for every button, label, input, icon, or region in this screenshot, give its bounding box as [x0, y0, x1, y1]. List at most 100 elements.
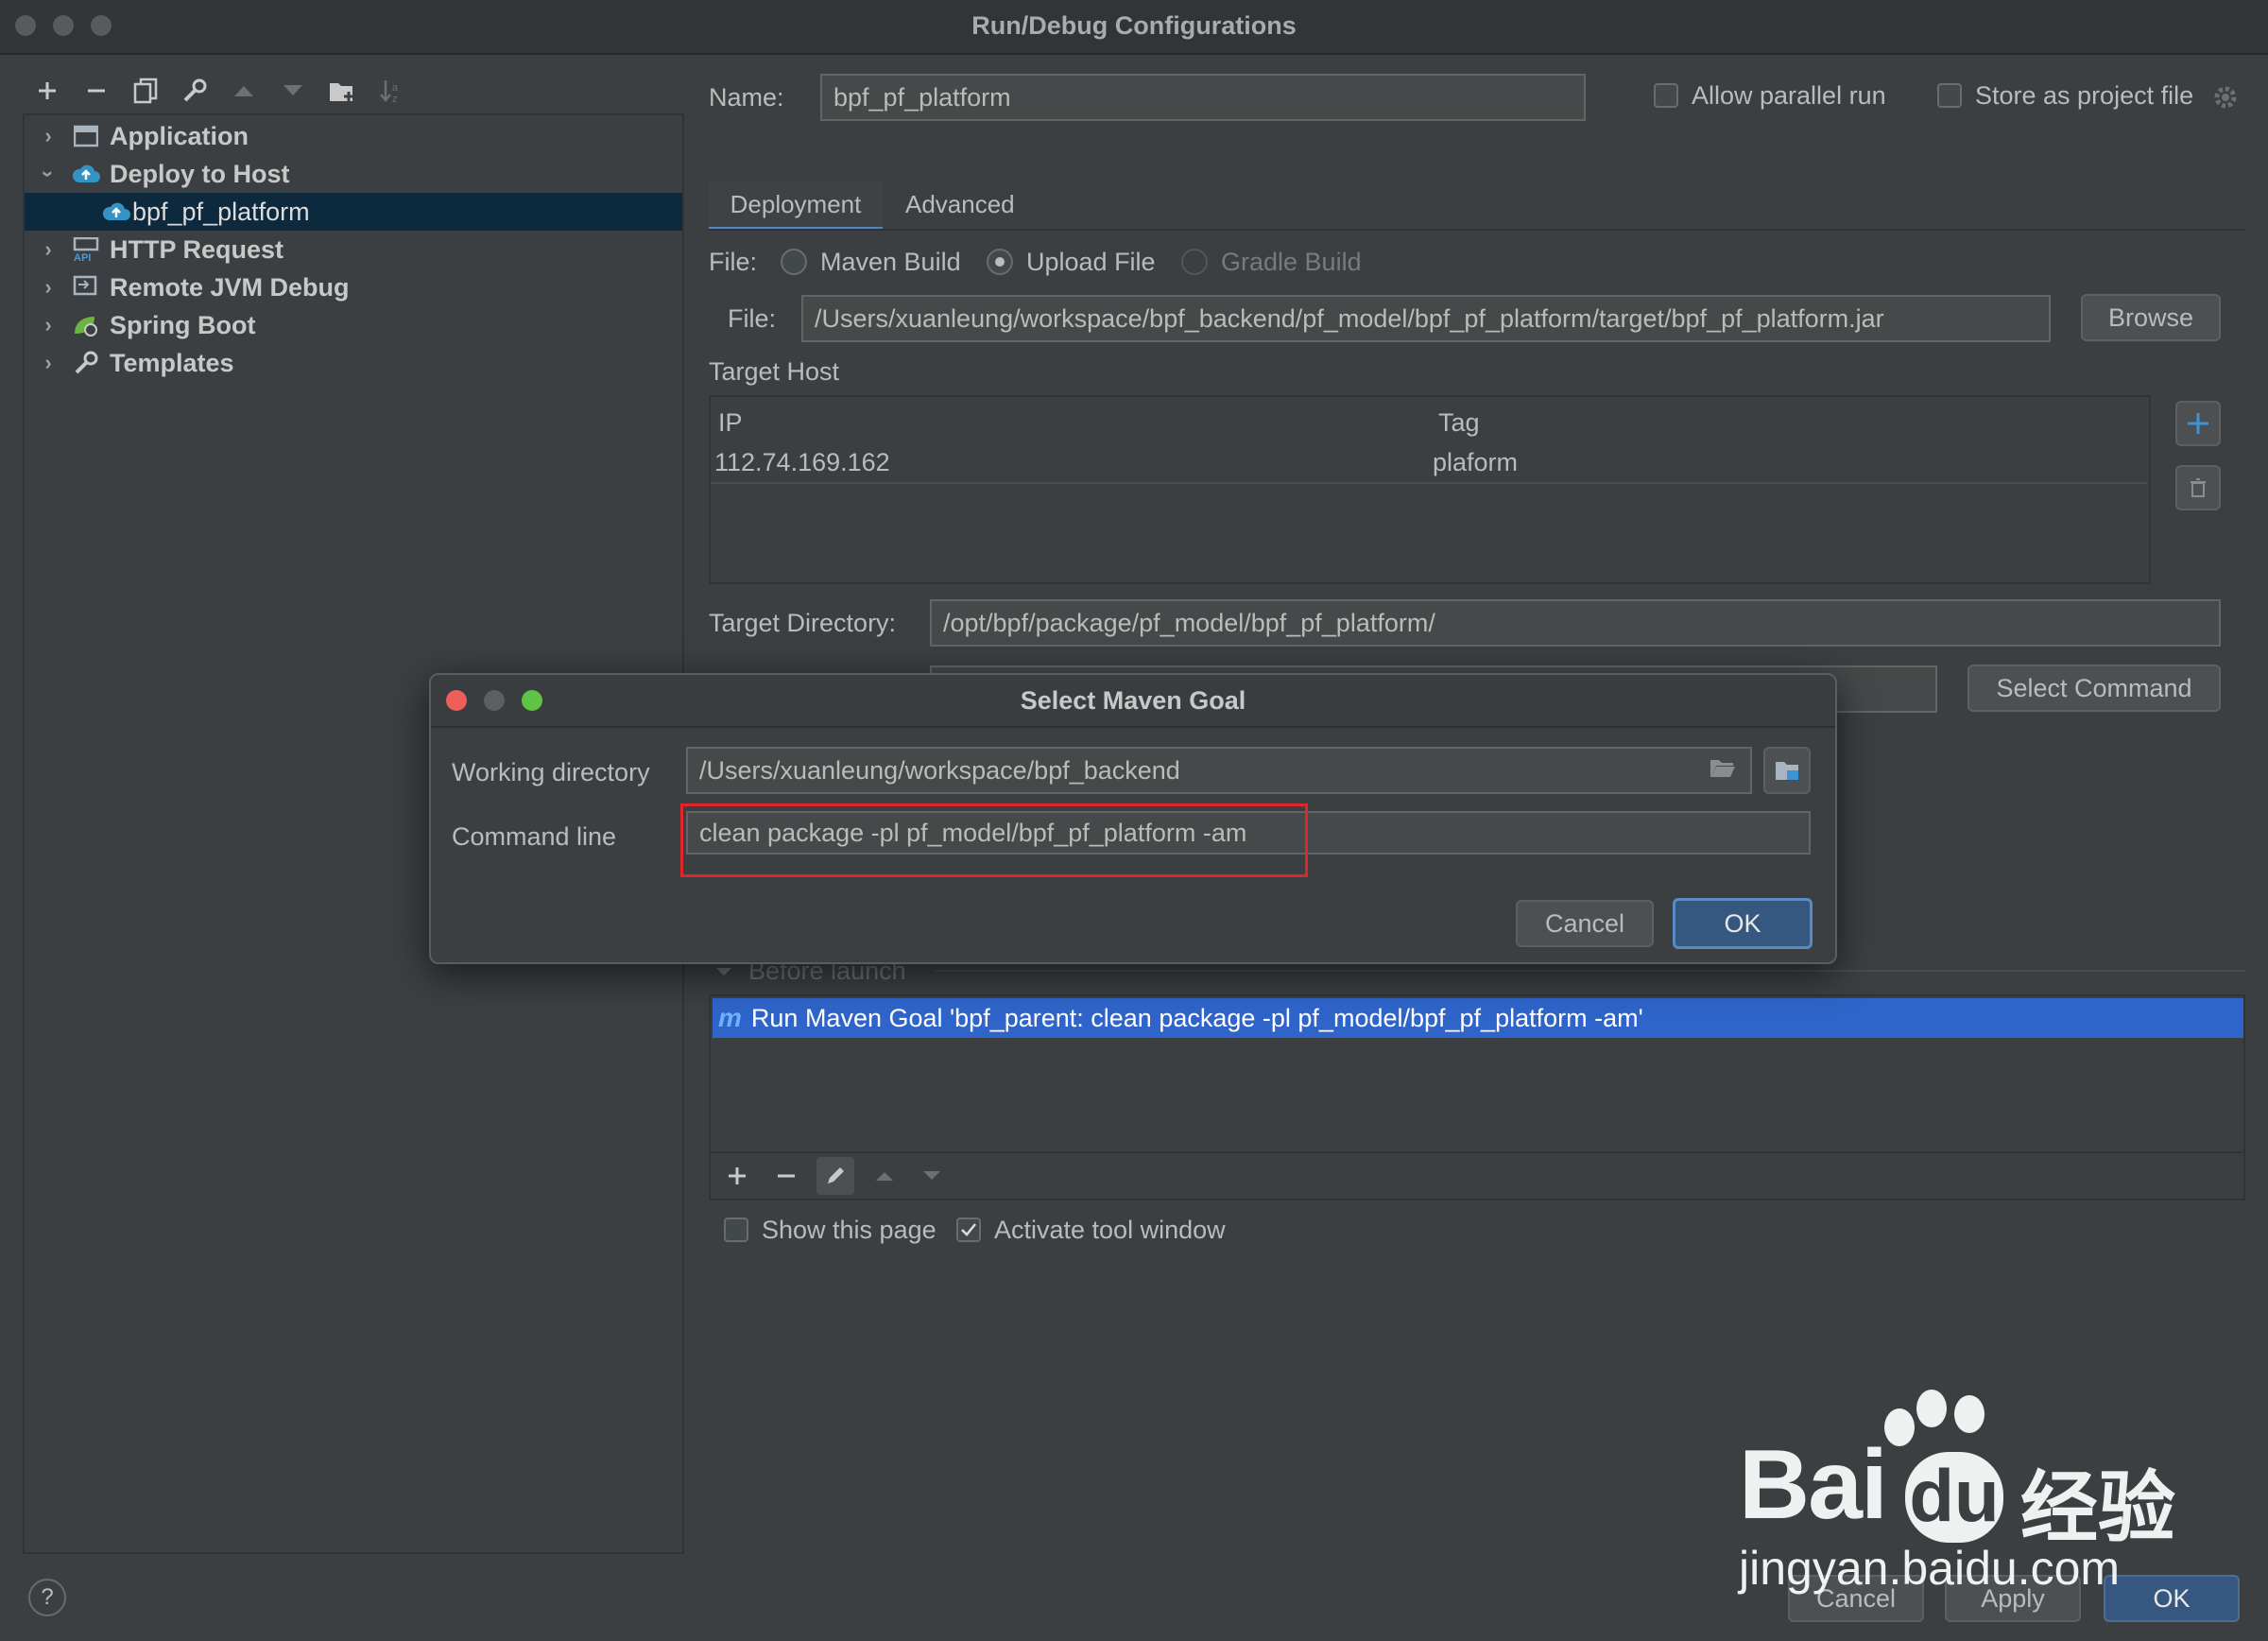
new-folder-icon[interactable]	[323, 72, 361, 110]
allow-parallel-label: Allow parallel run	[1692, 81, 1886, 110]
baidu-watermark: Bai du 经验 jingyan.baidu.com	[1739, 1390, 2268, 1616]
watermark-url: jingyan.baidu.com	[1739, 1542, 2121, 1595]
radio-upload-file[interactable]	[987, 249, 1013, 275]
tree-item-label: Application	[110, 121, 249, 150]
table-row[interactable]: 112.74.169.162 plaform	[711, 444, 2147, 484]
dialog-title-bar: Select Maven Goal	[431, 675, 1835, 728]
tree-item-spring-boot[interactable]: › Spring Boot	[25, 306, 682, 344]
tree-item-label: Remote JVM Debug	[110, 272, 350, 302]
move-down-icon[interactable]	[915, 1159, 949, 1193]
tree-item-remote-jvm-debug[interactable]: › Remote JVM Debug	[25, 268, 682, 306]
show-page-label: Show this page	[762, 1216, 936, 1244]
add-icon[interactable]	[28, 72, 66, 110]
show-page-checkbox[interactable]	[724, 1218, 748, 1242]
list-item-label: Run Maven Goal 'bpf_parent: clean packag…	[750, 1003, 1643, 1032]
dialog-title: Select Maven Goal	[1020, 686, 1246, 715]
select-maven-goal-dialog: Select Maven Goal Working directory /Use…	[429, 673, 1837, 964]
activate-tool-label: Activate tool window	[994, 1216, 1226, 1244]
file-path-label: File:	[728, 304, 777, 333]
tree-item-templates[interactable]: › Templates	[25, 344, 682, 382]
working-dir-field[interactable]: /Users/xuanleung/workspace/bpf_backend	[686, 747, 1752, 794]
allow-parallel-checkbox[interactable]	[1654, 83, 1678, 108]
host-ip: 112.74.169.162	[714, 448, 890, 476]
move-down-icon[interactable]	[274, 72, 312, 110]
tab-deployment[interactable]: Deployment	[709, 181, 883, 231]
tab-label: Advanced	[905, 189, 1015, 218]
select-command-button[interactable]: Select Command	[1967, 665, 2221, 712]
sort-icon[interactable]: az	[372, 72, 410, 110]
tab-advanced[interactable]: Advanced	[905, 181, 1015, 227]
section-divider	[936, 970, 2245, 972]
api-icon: API	[72, 235, 100, 264]
tree-item-deploy-to-host[interactable]: › Deploy to Host	[25, 155, 682, 193]
command-line-label: Command line	[452, 822, 617, 851]
window-title: Run/Debug Configurations	[971, 11, 1297, 40]
dialog-ok-button[interactable]: OK	[1673, 898, 1813, 949]
help-button[interactable]: ?	[28, 1579, 66, 1616]
tab-label: Deployment	[730, 189, 862, 218]
svg-text:a: a	[392, 82, 399, 94]
chevron-right-icon[interactable]: ›	[38, 275, 59, 300]
chevron-right-icon[interactable]: ›	[38, 313, 59, 337]
delete-host-button[interactable]	[2175, 465, 2221, 510]
add-host-button[interactable]	[2175, 401, 2221, 446]
before-launch-toolbar	[709, 1151, 2245, 1201]
wrench-icon	[72, 349, 100, 377]
folder-icon	[1776, 762, 1798, 780]
column-header-ip: IP	[718, 408, 743, 437]
target-dir-label: Target Directory:	[709, 609, 897, 637]
radio-maven-build[interactable]	[781, 249, 807, 275]
add-icon[interactable]	[720, 1159, 754, 1193]
tree-item-http-request[interactable]: › API HTTP Request	[25, 231, 682, 268]
svg-text:API: API	[74, 252, 91, 262]
cloud-upload-icon	[72, 160, 100, 188]
remove-icon[interactable]	[77, 72, 115, 110]
cloud-upload-icon	[102, 198, 130, 226]
watermark-brand: Bai	[1739, 1430, 1888, 1540]
remote-debug-icon	[72, 273, 100, 302]
target-dir-field[interactable]: /opt/bpf/package/pf_model/bpf_pf_platfor…	[930, 599, 2221, 647]
folder-open-icon[interactable]	[1709, 756, 1737, 786]
tree-item-bpf-pf-platform[interactable]: bpf_pf_platform	[25, 193, 682, 231]
store-project-checkbox[interactable]	[1937, 83, 1962, 108]
application-icon	[72, 122, 100, 150]
tree-item-application[interactable]: › Application	[25, 117, 682, 155]
maven-icon: m	[718, 1003, 742, 1032]
chevron-down-icon[interactable]: ›	[36, 164, 60, 184]
tree-item-label: Spring Boot	[110, 310, 256, 339]
watermark-brand-du: du	[1905, 1452, 2003, 1543]
file-type-label: File:	[709, 248, 758, 276]
chevron-right-icon[interactable]: ›	[38, 351, 59, 375]
dialog-cancel-button[interactable]: Cancel	[1516, 900, 1654, 947]
chevron-right-icon[interactable]: ›	[38, 237, 59, 262]
activate-tool-checkbox[interactable]	[956, 1218, 981, 1242]
move-up-icon[interactable]	[868, 1159, 902, 1193]
tree-item-label: Deploy to Host	[110, 159, 290, 188]
file-path-field[interactable]: /Users/xuanleung/workspace/bpf_backend/p…	[801, 295, 2051, 342]
remove-icon[interactable]	[769, 1159, 803, 1193]
host-tag: plaform	[1433, 448, 1519, 476]
wrench-icon[interactable]	[176, 72, 214, 110]
tree-item-label: HTTP Request	[110, 234, 284, 264]
move-up-icon[interactable]	[225, 72, 263, 110]
spring-boot-icon	[72, 311, 100, 339]
browse-folder-button[interactable]	[1763, 747, 1811, 794]
target-host-table: IP Tag 112.74.169.162 plaform	[709, 395, 2151, 584]
chevron-right-icon[interactable]: ›	[38, 124, 59, 148]
column-header-tag: Tag	[1438, 408, 1480, 437]
radio-label: Upload File	[1026, 248, 1156, 276]
checkmark-icon	[961, 1223, 976, 1236]
list-item[interactable]: m Run Maven Goal 'bpf_parent: clean pack…	[713, 998, 2243, 1038]
browse-button[interactable]: Browse	[2081, 294, 2221, 341]
name-field[interactable]: bpf_pf_platform	[820, 74, 1586, 121]
radio-label: Gradle Build	[1221, 248, 1362, 276]
radio-gradle-build[interactable]	[1181, 249, 1208, 275]
gear-icon[interactable]	[2213, 85, 2238, 110]
add-icon	[2188, 413, 2208, 434]
edit-icon[interactable]	[816, 1157, 854, 1195]
radio-label: Maven Build	[820, 248, 961, 276]
window-title-bar: Run/Debug Configurations	[0, 0, 2268, 55]
store-project-label: Store as project file	[1975, 81, 2194, 110]
copy-icon[interactable]	[127, 72, 164, 110]
working-dir-value: /Users/xuanleung/workspace/bpf_backend	[699, 755, 1180, 785]
